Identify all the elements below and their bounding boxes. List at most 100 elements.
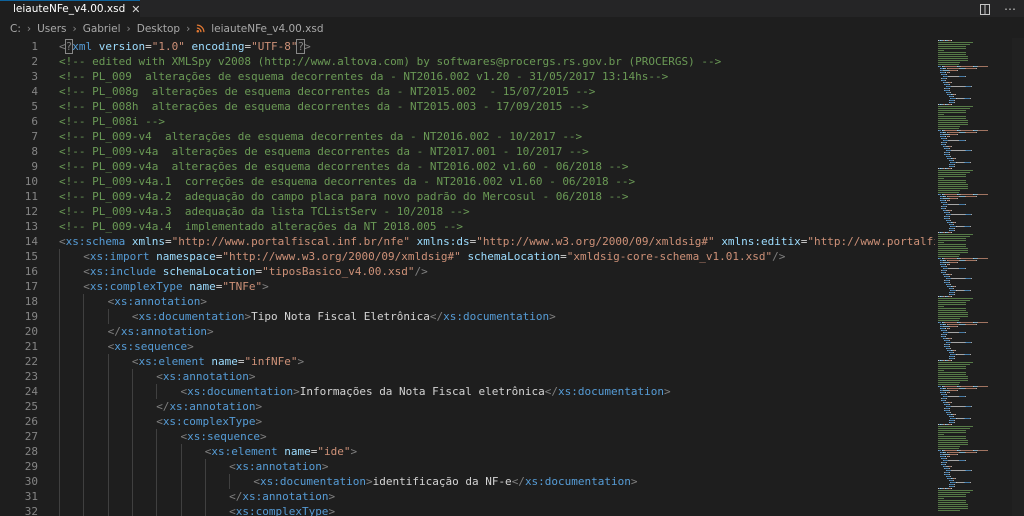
code-token: xs:documentation: [138, 310, 245, 323]
minimap-mark: [938, 448, 960, 449]
code-line[interactable]: 25 </xs:annotation>: [0, 399, 935, 414]
line-number: 16: [24, 265, 38, 278]
code-line[interactable]: 22 <xs:element name="infNFe">: [0, 354, 935, 369]
minimap-mark: [975, 132, 977, 133]
code-token: <: [229, 505, 236, 516]
code-token: Informações da Nota Fiscal eletrônica: [299, 385, 545, 398]
code-token: <!-- PL_008h alterações de esquema decor…: [59, 100, 589, 113]
indent-guide: [131, 414, 133, 429]
code-line[interactable]: 1 <?xml version="1.0" encoding="UTF-8"?>: [0, 39, 935, 54]
minimap-mark: [948, 70, 957, 71]
more-actions-icon[interactable]: ⋯: [1004, 2, 1016, 16]
code-token: "TNFe": [222, 280, 263, 293]
split-editor-icon[interactable]: [980, 3, 990, 15]
minimap-mark: [938, 298, 973, 299]
minimap-mark: [956, 354, 964, 355]
code-token: =: [164, 235, 172, 248]
minimap-mark: [938, 362, 973, 363]
breadcrumb-item-file[interactable]: leiauteNFe_v4.00.xsd: [211, 23, 323, 35]
code-line[interactable]: 26 <xs:complexType>: [0, 414, 935, 429]
code-line[interactable]: 12 <!-- PL_009-v4a.3 adequação da lista T…: [0, 204, 935, 219]
minimap-mark: [938, 382, 960, 383]
code-token: >: [663, 385, 671, 398]
indent-guide: [83, 504, 85, 516]
code-token: <!-- PL_008g alterações de esquema decor…: [59, 85, 596, 98]
code-line[interactable]: 18 <xs:annotation>: [0, 294, 935, 309]
breadcrumb-item-drive[interactable]: C:: [10, 23, 21, 35]
code-line[interactable]: 21 <xs:sequence>: [0, 339, 935, 354]
code-token: >: [321, 460, 329, 473]
minimap-mark: [975, 324, 977, 325]
code-line[interactable]: 2 <!-- edited with XMLSpy v2008 (http://w…: [0, 54, 935, 69]
code-line[interactable]: 15 <xs:import namespace = "http://www.w3.or…: [0, 249, 935, 264]
minimap-mark: [938, 446, 960, 447]
code-line[interactable]: 32 <xs:complexType>: [0, 504, 935, 516]
minimap-mark: [938, 56, 969, 57]
minimap-mark: [948, 460, 959, 461]
close-icon[interactable]: ✕: [131, 4, 140, 15]
code-token: xs:documentation: [443, 310, 550, 323]
code-token: <!-- PL_009-v4a.1 correções de esquema d…: [59, 175, 636, 188]
minimap-mark: [938, 308, 966, 309]
code-line[interactable]: 27 <xs:sequence>: [0, 429, 935, 444]
indent-guide: [83, 474, 85, 489]
code-token: =: [560, 250, 567, 263]
vertical-scrollbar[interactable]: [1012, 38, 1024, 516]
code-token: >: [297, 355, 305, 368]
indent-guide: [83, 324, 85, 339]
code-line[interactable]: 13 <!-- PL_009-v4a.4 implementado alteraç…: [0, 219, 935, 234]
code-line[interactable]: 7 <!-- PL_009-v4 alterações de esquema de…: [0, 129, 935, 144]
breadcrumb-item-gabriel[interactable]: Gabriel: [83, 23, 121, 35]
code-token: <!-- edited with XMLSpy v2008 (http://ww…: [59, 55, 722, 68]
code-token: xs:complexType: [235, 505, 329, 516]
minimap-mark: [938, 182, 966, 183]
indent-guide: [131, 384, 133, 399]
code-line[interactable]: 5 <!-- PL_008h alterações de esquema deco…: [0, 99, 935, 114]
code-token: name: [189, 280, 216, 293]
minimap-mark: [943, 450, 957, 451]
code-line[interactable]: 16 <xs:include schemaLocation="tiposBasic…: [0, 264, 935, 279]
code-line[interactable]: 20 </xs:annotation>: [0, 324, 935, 339]
code-line[interactable]: 10 <!-- PL_009-v4a.1 correções de esquema…: [0, 174, 935, 189]
code-editor[interactable]: 1 <?xml version="1.0" encoding="UTF-8"?> 2…: [0, 38, 935, 516]
code-token: name: [211, 355, 238, 368]
code-line[interactable]: 29 <xs:annotation>: [0, 459, 935, 474]
code-token: xs:annotation: [242, 490, 329, 503]
breadcrumb-item-desktop[interactable]: Desktop: [137, 23, 180, 35]
minimap-mark: [938, 318, 960, 319]
code-token: schemaLocation: [162, 265, 256, 278]
editor-tab[interactable]: leiauteNFe_v4.00.xsd ✕: [0, 0, 141, 17]
minimap-mark: [938, 256, 960, 257]
code-line[interactable]: 31 </xs:annotation>: [0, 489, 935, 504]
code-line[interactable]: 24 <xs:documentation>Informações da Nota …: [0, 384, 935, 399]
code-line[interactable]: 23 <xs:annotation>: [0, 369, 935, 384]
minimap-mark: [960, 322, 973, 323]
code-line[interactable]: 17 <xs:complexType name="TNFe">: [0, 279, 935, 294]
code-line[interactable]: 11 <!-- PL_009-v4a.2 adequação do campo p…: [0, 189, 935, 204]
line-number: 4: [31, 85, 38, 98]
line-number: 19: [24, 310, 38, 323]
code-line[interactable]: 30 <xs:documentation>identificação da NF-…: [0, 474, 935, 489]
code-line[interactable]: 19 <xs:documentation>Tipo Nota Fiscal Ele…: [0, 309, 935, 324]
minimap-mark: [960, 450, 973, 451]
code-token: "http://www.portalfiscal.inf.br/nfe": [171, 235, 411, 248]
minimap-mark: [946, 132, 960, 133]
minimap[interactable]: [935, 38, 1024, 516]
code-line[interactable]: 4 <!-- PL_008g alterações de esquema deco…: [0, 84, 935, 99]
code-line[interactable]: 6 <!-- PL_008i -->: [0, 114, 935, 129]
code-line[interactable]: 14 <xs:schema xmlns="http://www.portalfis…: [0, 234, 935, 249]
code-line[interactable]: 8 <!-- PL_009-v4a alterações de esquema d…: [0, 144, 935, 159]
line-number: 25: [24, 400, 38, 413]
code-text: <xs:annotation>: [229, 459, 328, 474]
minimap-mark: [938, 114, 944, 115]
tab-bar: leiauteNFe_v4.00.xsd ✕ ⋯: [0, 0, 1024, 17]
minimap-mark: [956, 290, 964, 291]
code-line[interactable]: 3 <!-- PL_009 alterações de esquema decor…: [0, 69, 935, 84]
code-line[interactable]: 28 <xs:element name="ide">: [0, 444, 935, 459]
code-text: <!-- PL_009-v4a.1 correções de esquema d…: [59, 174, 635, 189]
breadcrumb-item-users[interactable]: Users: [37, 23, 66, 35]
code-line[interactable]: 9 <!-- PL_009-v4a alterações de esquema d…: [0, 159, 935, 174]
minimap-mark: [938, 314, 969, 315]
minimap-mark: [951, 342, 965, 343]
minimap-mark: [951, 406, 965, 407]
